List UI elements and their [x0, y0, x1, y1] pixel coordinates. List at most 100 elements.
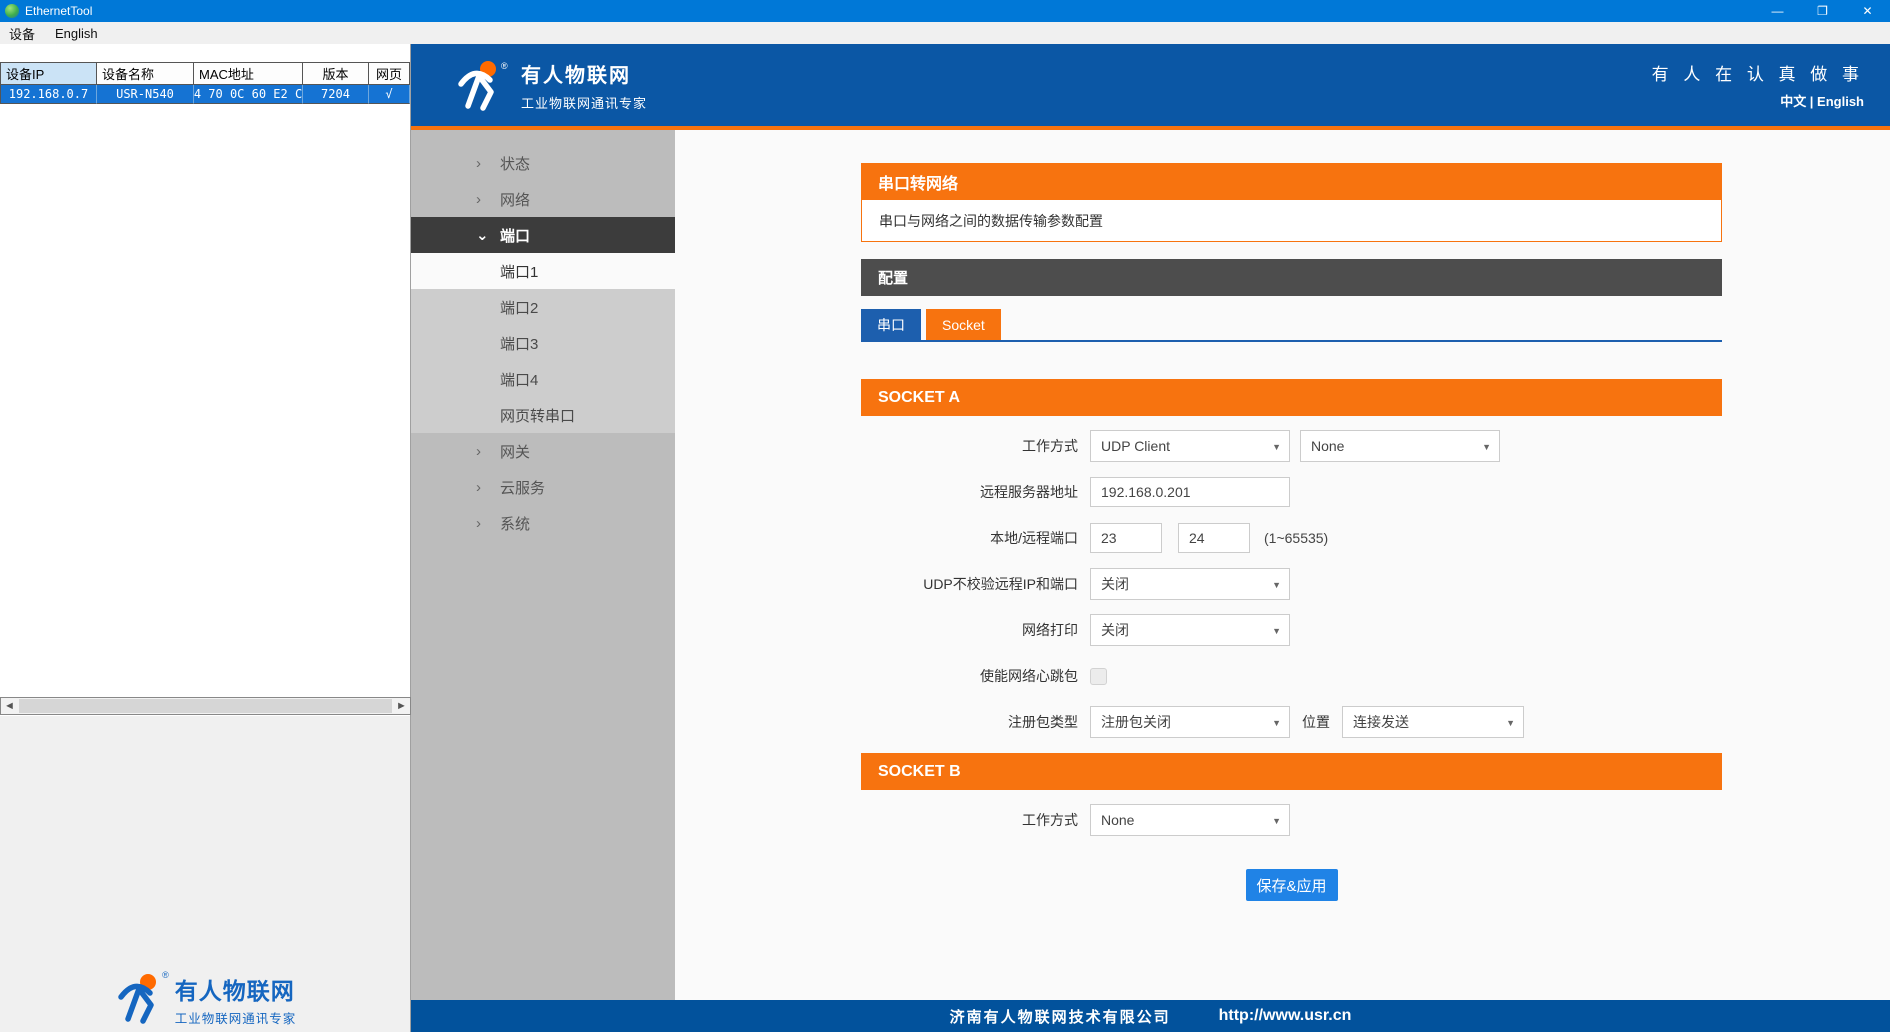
column-header-version[interactable]: 版本	[303, 63, 369, 85]
sidebar-item-network[interactable]: › 网络	[411, 181, 675, 217]
window-controls: — ❐ ✕	[1755, 0, 1890, 22]
sidebar-item-web-to-serial[interactable]: 网页转串口	[411, 397, 675, 433]
menu-item-english[interactable]: English	[45, 22, 108, 44]
page-description: 串口与网络之间的数据传输参数配置	[861, 200, 1722, 242]
remote-port-field[interactable]	[1178, 523, 1250, 553]
sidebar-item-system[interactable]: › 系统	[411, 505, 675, 541]
local-port-field[interactable]	[1090, 523, 1162, 553]
sidebar-item-port1[interactable]: 端口1	[411, 253, 675, 289]
sidebar-item-label: 端口4	[500, 369, 538, 390]
work-mode-value: UDP Client	[1101, 438, 1170, 454]
column-header-ip[interactable]: 设备IP	[1, 63, 97, 85]
window-title: EthernetTool	[25, 4, 92, 18]
table-row[interactable]: 192.168.0.7 USR-N540 F4 70 0C 60 E2 C3 7…	[1, 85, 410, 104]
header-motto: 有 人 在 认 真 做 事	[1652, 60, 1864, 85]
sidebar-item-label: 端口1	[500, 261, 538, 282]
column-header-mac[interactable]: MAC地址	[194, 63, 303, 85]
restore-icon[interactable]: ❐	[1800, 0, 1845, 22]
brand-slogan: 工业物联网通讯专家	[521, 93, 647, 112]
work-mode-label: 工作方式	[861, 436, 1078, 456]
chevron-down-icon: ⌄	[476, 226, 500, 244]
work-mode-extra-value: None	[1311, 438, 1344, 454]
device-web-view: ® 有人物联网 工业物联网通讯专家 有 人 在 认 真 做 事 中文 | Eng…	[411, 44, 1890, 1032]
brand-name: 有人物联网	[521, 59, 647, 88]
work-mode-row: 工作方式 UDP Client None	[861, 430, 1722, 462]
device-table-header: 设备IP 设备名称 MAC地址 版本 网页	[1, 63, 410, 85]
sidebar-item-port3[interactable]: 端口3	[411, 325, 675, 361]
ports-range-hint: (1~65535)	[1264, 530, 1328, 546]
udp-check-row: UDP不校验远程IP和端口 关闭	[861, 568, 1722, 600]
chevron-right-icon: ›	[476, 515, 500, 532]
scroll-left-icon[interactable]: ◄	[1, 698, 18, 714]
device-ip-cell: 192.168.0.7	[1, 85, 97, 104]
sidebar-item-cloud[interactable]: › 云服务	[411, 469, 675, 505]
net-print-select[interactable]: 关闭	[1090, 614, 1290, 646]
reg-packet-row: 注册包类型 注册包关闭 位置 连接发送	[861, 706, 1722, 738]
net-print-row: 网络打印 关闭	[861, 614, 1722, 646]
heartbeat-label: 使能网络心跳包	[861, 666, 1078, 686]
socket-b-work-mode-select[interactable]: None	[1090, 804, 1290, 836]
menu-item-device[interactable]: 设备	[0, 22, 45, 44]
socket-a-title: SOCKET A	[861, 379, 1722, 416]
usr-logo-header: ® 有人物联网 工业物联网通讯专家	[455, 59, 647, 112]
remote-server-field[interactable]	[1090, 477, 1290, 507]
menu-bar: 设备 English	[0, 22, 1890, 44]
ports-row: 本地/远程端口 (1~65535)	[861, 522, 1722, 554]
title-bar: EthernetTool — ❐ ✕	[0, 0, 1890, 22]
chevron-right-icon: ›	[476, 443, 500, 460]
device-web-link-icon[interactable]: √	[369, 85, 410, 104]
heartbeat-row: 使能网络心跳包	[861, 660, 1722, 692]
sidebar-item-label: 网关	[500, 441, 530, 462]
work-mode-select[interactable]: UDP Client	[1090, 430, 1290, 462]
net-print-label: 网络打印	[861, 620, 1078, 640]
device-panel: 设备IP 设备名称 MAC地址 版本 网页 192.168.0.7 USR-N5…	[0, 44, 411, 1032]
tab-socket[interactable]: Socket	[926, 309, 1001, 340]
footer-url[interactable]: http://www.usr.cn	[1219, 1007, 1352, 1025]
sidebar-item-label: 状态	[500, 153, 530, 174]
close-icon[interactable]: ✕	[1845, 0, 1890, 22]
main-content: 串口转网络 串口与网络之间的数据传输参数配置 配置 串口 Socket SOCK…	[675, 130, 1890, 1000]
minimize-icon[interactable]: —	[1755, 0, 1800, 22]
device-table: 设备IP 设备名称 MAC地址 版本 网页 192.168.0.7 USR-N5…	[0, 62, 410, 104]
position-value: 连接发送	[1353, 712, 1409, 732]
socket-b-work-mode-value: None	[1101, 812, 1134, 828]
usr-person-icon	[455, 59, 507, 111]
sidebar-item-port2[interactable]: 端口2	[411, 289, 675, 325]
save-apply-button[interactable]: 保存&应用	[1246, 869, 1338, 901]
web-header: ® 有人物联网 工业物联网通讯专家 有 人 在 认 真 做 事 中文 | Eng…	[411, 44, 1890, 126]
column-header-name[interactable]: 设备名称	[97, 63, 194, 85]
sidebar-item-label: 云服务	[500, 477, 545, 498]
socket-b-title: SOCKET B	[861, 753, 1722, 790]
web-footer: 济南有人物联网技术有限公司 http://www.usr.cn	[411, 1000, 1890, 1032]
brand-name: 有人物联网	[175, 972, 297, 1006]
sidebar-item-port4[interactable]: 端口4	[411, 361, 675, 397]
column-header-web[interactable]: 网页	[369, 63, 410, 85]
scroll-right-icon[interactable]: ►	[393, 698, 410, 714]
sidebar-item-label: 网络	[500, 189, 530, 210]
page-title: 串口转网络	[861, 163, 1722, 200]
socket-b-work-mode-label: 工作方式	[861, 810, 1078, 830]
basic-settings-area: 基础设置 IP地址类型: 静态IP ⌄ 模块静态IP 子网掩码	[0, 716, 410, 1032]
work-mode-extra-select[interactable]: None	[1300, 430, 1500, 462]
language-switch[interactable]: 中文 | English	[1652, 91, 1864, 110]
position-select[interactable]: 连接发送	[1342, 706, 1524, 738]
sidebar-item-port[interactable]: ⌄ 端口	[411, 217, 675, 253]
tab-serial[interactable]: 串口	[861, 309, 921, 340]
tab-bar: 串口 Socket	[861, 309, 1722, 342]
registered-mark-icon: ®	[501, 61, 508, 71]
device-mac-cell: F4 70 0C 60 E2 C3	[194, 85, 303, 104]
remote-server-row: 远程服务器地址	[861, 476, 1722, 508]
brand-slogan: 工业物联网通讯专家	[175, 1008, 297, 1027]
heartbeat-checkbox[interactable]	[1090, 668, 1107, 685]
scrollbar-thumb[interactable]	[19, 699, 392, 713]
horizontal-scrollbar[interactable]: ◄ ►	[0, 697, 411, 715]
chevron-right-icon: ›	[476, 191, 500, 208]
sidebar-item-status[interactable]: › 状态	[411, 145, 675, 181]
footer-company: 济南有人物联网技术有限公司	[950, 1006, 1171, 1027]
remote-server-label: 远程服务器地址	[861, 482, 1078, 502]
udp-check-select[interactable]: 关闭	[1090, 568, 1290, 600]
reg-packet-select[interactable]: 注册包关闭	[1090, 706, 1290, 738]
chevron-right-icon: ›	[476, 155, 500, 172]
config-section-bar: 配置	[861, 259, 1722, 296]
sidebar-item-gateway[interactable]: › 网关	[411, 433, 675, 469]
